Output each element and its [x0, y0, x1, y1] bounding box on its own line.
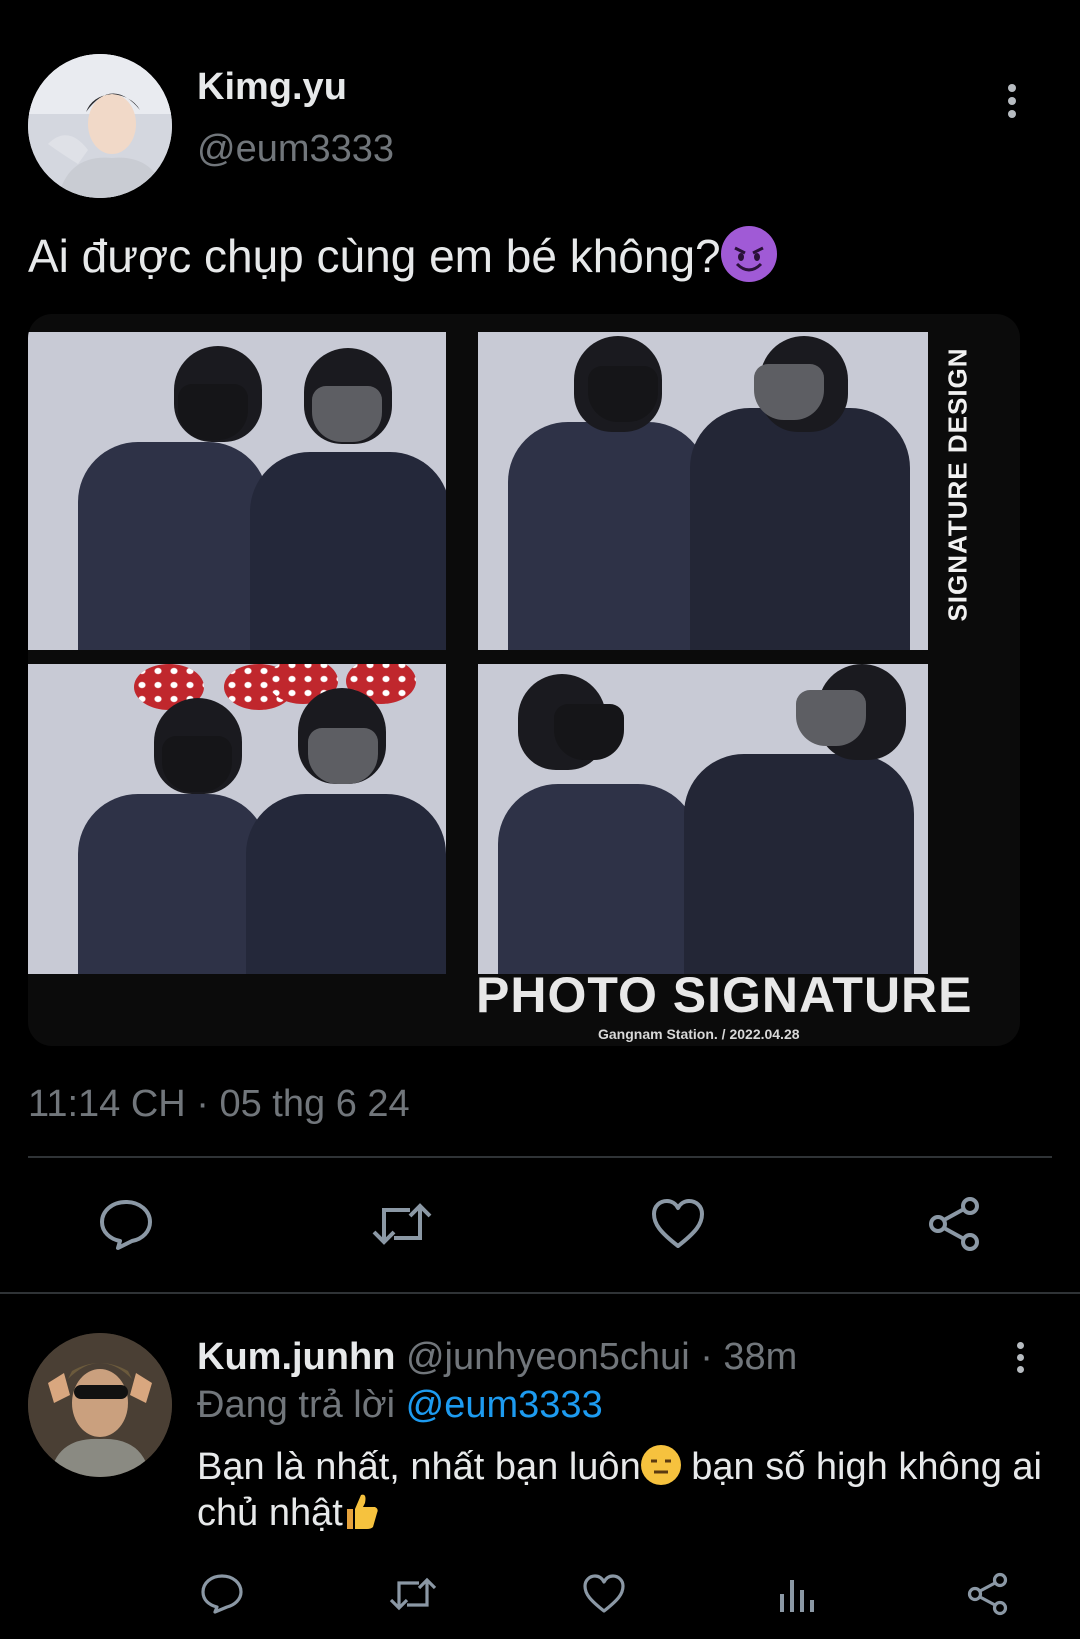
photo-subtitle: Gangnam Station. / 2022.04.28	[598, 1026, 800, 1042]
thumbs-up-emoji-icon	[343, 1491, 379, 1531]
tweet-timestamp[interactable]: 11:14 CH · 05 thg 6 24	[28, 1083, 410, 1126]
avatar-image	[28, 54, 172, 198]
replying-label: Đang trả lời	[197, 1384, 396, 1426]
reply-icon[interactable]	[98, 1196, 154, 1252]
more-options-icon[interactable]	[1013, 1342, 1027, 1378]
replying-to-line: Đang trả lời @eum3333	[197, 1384, 603, 1427]
author-avatar[interactable]	[28, 54, 172, 198]
reply-author-handle[interactable]: @junhyeon5chui	[406, 1336, 690, 1378]
photo-frame	[28, 332, 446, 650]
author-handle[interactable]: @eum3333	[197, 128, 394, 171]
more-options-icon[interactable]	[1005, 84, 1019, 120]
tweet-text: Ai được chụp cùng em bé không?	[28, 226, 777, 283]
reply-header: Kum.junhn @junhyeon5chui · 38m	[197, 1336, 797, 1379]
like-icon[interactable]	[582, 1574, 626, 1614]
like-icon[interactable]	[650, 1198, 706, 1250]
photo-frame	[478, 332, 928, 650]
divider	[0, 1292, 1080, 1294]
tweet-text-content: Ai được chụp cùng em bé không?	[28, 230, 721, 282]
divider	[28, 1156, 1052, 1158]
reply-text: Bạn là nhất, nhất bạn luôn bạn số high k…	[197, 1444, 1057, 1536]
reply-time: · 38m	[700, 1336, 798, 1378]
reply-author-name[interactable]: Kum.junhn	[197, 1336, 395, 1378]
retweet-icon[interactable]	[388, 1572, 438, 1616]
share-icon[interactable]	[926, 1196, 982, 1252]
smiling-devil-emoji-icon	[720, 226, 777, 282]
expressionless-face-emoji-icon	[640, 1445, 681, 1485]
author-name[interactable]: Kimg.yu	[197, 66, 347, 109]
replying-to-mention[interactable]: @eum3333	[406, 1384, 603, 1426]
photo-title: PHOTO SIGNATURE	[476, 967, 973, 1023]
photo-side-text: SIGNATURE DESIGN	[942, 346, 973, 622]
photo-frame	[28, 664, 446, 974]
share-icon[interactable]	[966, 1572, 1010, 1616]
reply-icon[interactable]	[200, 1572, 244, 1616]
reply-author-avatar[interactable]	[28, 1333, 172, 1477]
reply-text-part1: Bạn là nhất, nhất bạn luôn	[197, 1446, 641, 1488]
tweet-photo[interactable]: SIGNATURE DESIGN PHOTO SIGNATURE Gangnam…	[28, 314, 1020, 1046]
retweet-icon[interactable]	[370, 1196, 434, 1252]
views-icon[interactable]	[776, 1572, 820, 1616]
photo-frame	[478, 664, 928, 974]
avatar-image	[28, 1333, 172, 1477]
